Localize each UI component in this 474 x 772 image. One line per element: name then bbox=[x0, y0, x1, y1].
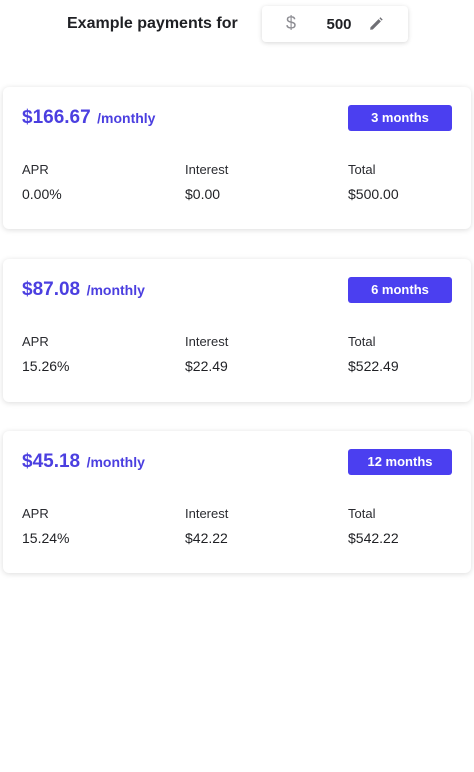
payment-plan-card[interactable]: $45.18 /monthly 12 months APR 15.24% Int… bbox=[3, 431, 471, 573]
total-stat: Total $542.22 bbox=[348, 506, 399, 546]
total-label: Total bbox=[348, 334, 376, 349]
header-title: Example payments for bbox=[67, 15, 238, 32]
monthly-amount: $166.67 bbox=[22, 107, 91, 128]
interest-stat: Interest $0.00 bbox=[185, 162, 228, 202]
apr-stat: APR 15.26% bbox=[22, 334, 69, 374]
apr-value: 15.26% bbox=[22, 358, 70, 374]
interest-stat: Interest $42.22 bbox=[185, 506, 228, 546]
interest-label: Interest bbox=[185, 506, 229, 521]
apr-value: 15.24% bbox=[22, 530, 70, 546]
interest-stat: Interest $22.49 bbox=[185, 334, 228, 374]
monthly-amount: $45.18 bbox=[22, 451, 81, 472]
apr-value: 0.00% bbox=[22, 186, 62, 202]
interest-value: $0.00 bbox=[185, 186, 221, 202]
apr-label: APR bbox=[22, 506, 49, 521]
monthly-amount: $87.08 bbox=[22, 279, 81, 300]
term-badge: 12 months bbox=[348, 449, 452, 475]
monthly-payment: $87.08 /monthly bbox=[22, 279, 145, 301]
pencil-icon[interactable] bbox=[368, 16, 384, 32]
monthly-payment: $45.18 /monthly bbox=[22, 451, 145, 473]
term-badge: 6 months bbox=[348, 277, 452, 303]
interest-label: Interest bbox=[185, 162, 229, 177]
total-stat: Total $500.00 bbox=[348, 162, 399, 202]
total-value: $500.00 bbox=[348, 186, 399, 202]
monthly-suffix: /monthly bbox=[97, 110, 156, 126]
payment-plan-card[interactable]: $166.67 /monthly 3 months APR 0.00% Inte… bbox=[3, 87, 471, 229]
amount-input[interactable] bbox=[312, 12, 366, 36]
payment-plan-card[interactable]: $87.08 /monthly 6 months APR 15.26% Inte… bbox=[3, 259, 471, 402]
interest-value: $42.22 bbox=[185, 530, 228, 546]
monthly-payment: $166.67 /monthly bbox=[22, 107, 155, 129]
apr-stat: APR 15.24% bbox=[22, 506, 69, 546]
apr-label: APR bbox=[22, 162, 49, 177]
interest-label: Interest bbox=[185, 334, 229, 349]
currency-symbol: $ bbox=[286, 13, 297, 33]
interest-value: $22.49 bbox=[185, 358, 228, 374]
apr-stat: APR 0.00% bbox=[22, 162, 62, 202]
apr-label: APR bbox=[22, 334, 49, 349]
monthly-suffix: /monthly bbox=[86, 282, 145, 298]
total-value: $522.49 bbox=[348, 358, 399, 374]
term-badge: 3 months bbox=[348, 105, 452, 131]
total-value: $542.22 bbox=[348, 530, 399, 546]
amount-field[interactable]: $ bbox=[262, 6, 408, 42]
total-stat: Total $522.49 bbox=[348, 334, 399, 374]
total-label: Total bbox=[348, 162, 376, 177]
monthly-suffix: /monthly bbox=[86, 454, 145, 470]
total-label: Total bbox=[348, 506, 376, 521]
payment-header: Example payments for $ bbox=[0, 6, 474, 42]
